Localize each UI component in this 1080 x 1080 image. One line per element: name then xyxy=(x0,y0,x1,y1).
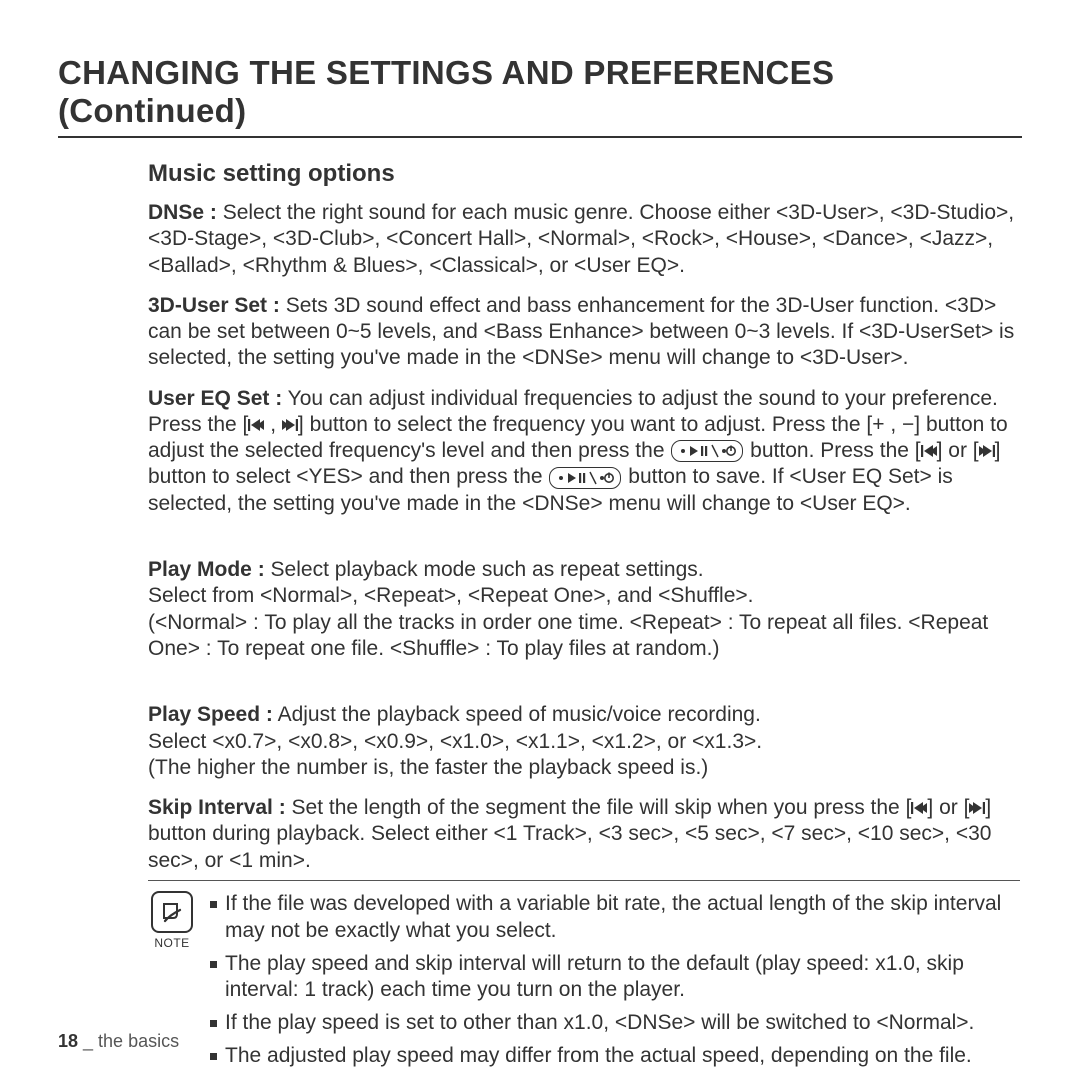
note-list: If the file was developed with a variabl… xyxy=(210,891,1020,1076)
content: Music setting options DNSe : Select the … xyxy=(148,160,1020,1076)
text-play-mode: Select playback mode such as repeat sett… xyxy=(148,558,988,660)
plus-minus: + , − xyxy=(872,413,914,436)
footer-section: the basics xyxy=(98,1031,179,1051)
play-pause-power-button-icon xyxy=(549,467,621,489)
manual-page: CHANGING THE SETTINGS AND PREFERENCES (C… xyxy=(0,0,1080,1080)
note-item: If the file was developed with a variabl… xyxy=(210,891,1020,945)
next-track-icon xyxy=(282,418,298,432)
para-skip-interval: Skip Interval : Set the length of the se… xyxy=(148,795,1020,874)
note-text: The play speed and skip interval will re… xyxy=(225,951,1020,1005)
label-play-mode: Play Mode : xyxy=(148,558,265,581)
bullet-icon xyxy=(210,1053,217,1060)
separator-rule xyxy=(148,880,1020,881)
text-user-eq-4: button. Press the [ xyxy=(744,439,920,462)
page-title: CHANGING THE SETTINGS AND PREFERENCES (C… xyxy=(58,54,1022,130)
para-play-mode: Play Mode : Select playback mode such as… xyxy=(148,531,1020,662)
para-user-eq-set: User EQ Set : You can adjust individual … xyxy=(148,386,1020,517)
note-text: If the file was developed with a variabl… xyxy=(225,891,1020,945)
section-subtitle: Music setting options xyxy=(148,160,1020,188)
text-skip-or: ] or [ xyxy=(927,796,969,819)
page-footer: 18 _ the basics xyxy=(58,1031,179,1052)
next-track-icon xyxy=(969,801,985,815)
note-label: NOTE xyxy=(148,936,196,950)
previous-track-icon xyxy=(921,444,937,458)
text-user-eq-5: ] or [ xyxy=(937,439,979,462)
label-user-eq-set: User EQ Set : xyxy=(148,387,282,410)
sep-prev-next: , xyxy=(264,413,282,436)
para-play-speed: Play Speed : Adjust the playback speed o… xyxy=(148,676,1020,781)
play-pause-power-button-icon xyxy=(671,440,743,462)
text-dnse: Select the right sound for each music ge… xyxy=(148,201,1014,277)
note-item: The adjusted play speed may differ from … xyxy=(210,1043,1020,1070)
footer-sep: _ xyxy=(78,1031,98,1051)
note-block: NOTE If the file was developed with a va… xyxy=(148,891,1020,1076)
note-item: If the play speed is set to other than x… xyxy=(210,1010,1020,1037)
note-item: The play speed and skip interval will re… xyxy=(210,951,1020,1005)
label-play-speed: Play Speed : xyxy=(148,703,273,726)
text-skip-1: Set the length of the segment the file w… xyxy=(286,796,912,819)
previous-track-icon xyxy=(248,418,264,432)
label-dnse: DNSe : xyxy=(148,201,217,224)
bullet-icon xyxy=(210,901,217,908)
note-icon xyxy=(151,891,193,933)
label-3d-user-set: 3D-User Set : xyxy=(148,294,280,317)
bullet-icon xyxy=(210,961,217,968)
text-user-eq-2: ] button to select the frequency you wan… xyxy=(298,413,872,436)
next-track-icon xyxy=(979,444,995,458)
bullet-icon xyxy=(210,1020,217,1027)
previous-track-icon xyxy=(911,801,927,815)
page-number: 18 xyxy=(58,1031,78,1051)
para-dnse: DNSe : Select the right sound for each m… xyxy=(148,200,1020,279)
note-text: If the play speed is set to other than x… xyxy=(225,1010,974,1037)
para-3d-user-set: 3D-User Set : Sets 3D sound effect and b… xyxy=(148,293,1020,372)
title-rule xyxy=(58,136,1022,138)
note-text: The adjusted play speed may differ from … xyxy=(225,1043,972,1070)
label-skip-interval: Skip Interval : xyxy=(148,796,286,819)
